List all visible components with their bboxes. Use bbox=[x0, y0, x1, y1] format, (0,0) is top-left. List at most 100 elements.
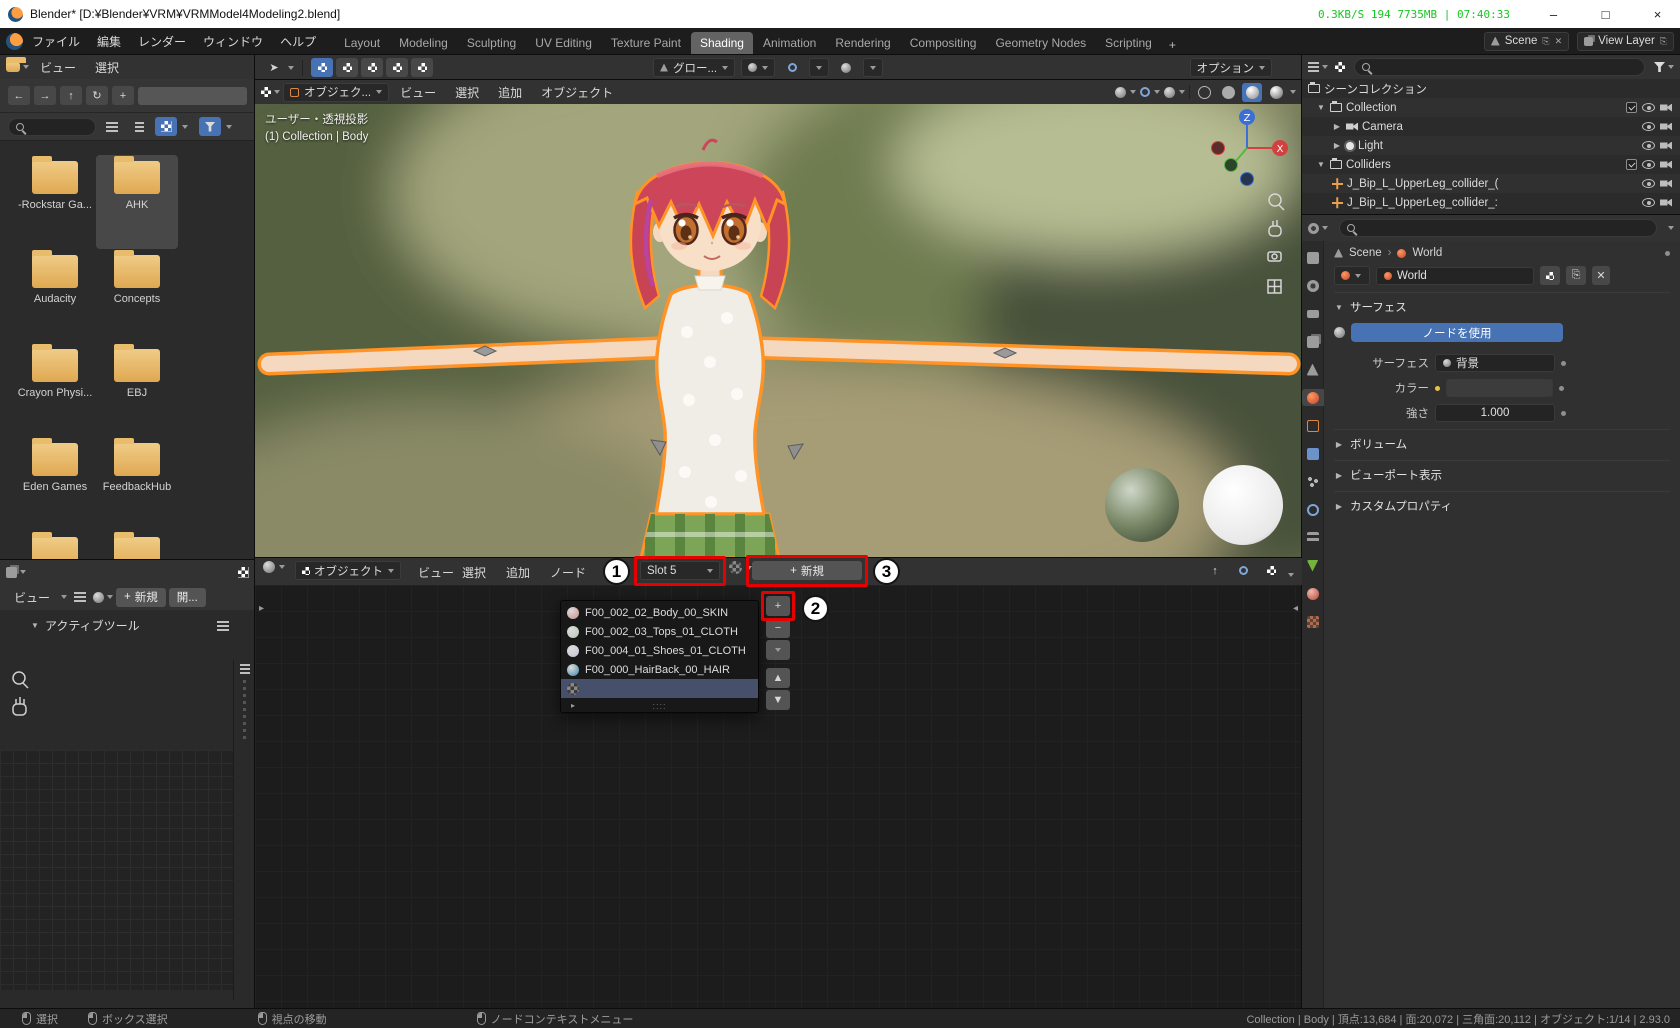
properties-filter-caret-icon[interactable] bbox=[1668, 226, 1674, 230]
material-list-item[interactable]: F00_002_02_Body_00_SKIN bbox=[561, 603, 758, 622]
tab-uv-editing[interactable]: UV Editing bbox=[526, 32, 601, 55]
filter-funnel-icon[interactable] bbox=[1654, 62, 1665, 72]
shading-caret-icon[interactable] bbox=[1290, 90, 1296, 94]
editor-type-image-icon[interactable] bbox=[6, 566, 17, 578]
props-tab-world[interactable] bbox=[1301, 389, 1324, 406]
unlink-world-button[interactable]: ✕ bbox=[1592, 266, 1610, 285]
parent-node-icon[interactable]: ↑ bbox=[1204, 561, 1226, 580]
material-specials-button[interactable] bbox=[766, 640, 790, 660]
visibility-icon[interactable] bbox=[1115, 86, 1126, 98]
active-tool-caret-icon[interactable] bbox=[288, 65, 294, 70]
disclosure-icon[interactable]: ▶ bbox=[1332, 141, 1342, 150]
display-detail-button[interactable] bbox=[128, 117, 150, 136]
strength-field[interactable]: 1.000 bbox=[1435, 404, 1555, 422]
hide-eye-icon[interactable] bbox=[1642, 179, 1655, 188]
editor-type-file-browser-icon[interactable] bbox=[6, 57, 26, 72]
folder-item[interactable]: Eden Games bbox=[14, 437, 96, 531]
sidebar-menu-icon[interactable] bbox=[239, 664, 250, 674]
popup-resize-handle[interactable]: ▸:::: bbox=[561, 699, 758, 712]
editor-type-caret-icon[interactable] bbox=[1322, 226, 1328, 230]
editor-type-outliner-icon[interactable] bbox=[1308, 62, 1319, 72]
editor-type-caret-icon[interactable] bbox=[1322, 65, 1328, 69]
select-invert-button[interactable] bbox=[386, 58, 408, 77]
overlays-caret-icon[interactable] bbox=[1179, 90, 1185, 94]
disclosure-icon[interactable]: ▼ bbox=[1316, 103, 1326, 112]
nav-back-button[interactable]: ← bbox=[8, 86, 30, 105]
material-slot-dropdown[interactable]: Slot 5 bbox=[640, 561, 720, 580]
breadcrumb-world[interactable]: World bbox=[1412, 247, 1442, 259]
filter-caret-icon[interactable] bbox=[226, 124, 232, 129]
editor-type-caret-icon[interactable] bbox=[23, 65, 29, 69]
browse-material-dropdown[interactable] bbox=[729, 561, 752, 574]
add-material-slot-button[interactable]: + bbox=[766, 596, 790, 616]
editor-type-caret-icon[interactable] bbox=[274, 90, 280, 94]
panel-expand-icon[interactable]: ▼ bbox=[30, 621, 40, 630]
image-editor-grid[interactable] bbox=[0, 750, 233, 990]
shading-rendered-button[interactable] bbox=[1266, 83, 1286, 102]
render-visibility-icon[interactable] bbox=[1660, 198, 1672, 207]
folder-item[interactable]: EBJ bbox=[96, 343, 178, 437]
nav-forward-button[interactable]: → bbox=[34, 86, 56, 105]
mode-dropdown[interactable]: オブジェク... bbox=[283, 82, 390, 102]
decorator-dot[interactable] bbox=[1561, 360, 1566, 366]
render-visibility-icon[interactable] bbox=[1660, 103, 1672, 112]
material-list-item[interactable]: F00_000_HairBack_00_HAIR bbox=[561, 660, 758, 679]
shader-node-canvas[interactable]: ▸ ◂ F00_002_02_Body_00_SKIN F00_002_03_T… bbox=[255, 585, 1302, 1008]
props-tab-output[interactable] bbox=[1302, 305, 1324, 322]
visibility-caret-icon[interactable] bbox=[1130, 90, 1136, 94]
blender-app-menu-icon[interactable] bbox=[6, 32, 23, 50]
outliner-search-input[interactable] bbox=[1354, 58, 1645, 76]
render-visibility-icon[interactable] bbox=[1660, 122, 1672, 131]
new-folder-button[interactable]: + bbox=[112, 86, 134, 105]
menu-window[interactable]: ウィンドウ bbox=[195, 30, 271, 53]
disclosure-icon[interactable]: ▶ bbox=[1332, 122, 1342, 131]
move-slot-up-button[interactable]: ▲ bbox=[766, 668, 790, 688]
tab-shading[interactable]: Shading bbox=[690, 31, 753, 55]
sidebar-handle[interactable] bbox=[243, 680, 246, 740]
use-nodes-button[interactable]: ノードを使用 bbox=[1351, 323, 1563, 342]
select-intersect-button[interactable] bbox=[411, 58, 433, 77]
shader-menu-select[interactable]: 選択 bbox=[454, 561, 494, 584]
props-tab-physics[interactable] bbox=[1302, 501, 1324, 518]
pin-icon[interactable] bbox=[1665, 250, 1670, 256]
world-name-field[interactable]: World bbox=[1376, 266, 1534, 285]
display-list-button[interactable] bbox=[101, 117, 123, 136]
panel-expand-icon[interactable]: ▶ bbox=[1334, 471, 1344, 480]
file-browser-menu-select[interactable]: 選択 bbox=[87, 56, 127, 79]
material-list-item[interactable]: F00_004_01_Shoes_01_CLOTH bbox=[561, 641, 758, 660]
props-tab-data[interactable] bbox=[1302, 557, 1324, 574]
props-tab-tool[interactable] bbox=[1302, 249, 1324, 266]
outliner-row-collection[interactable]: ▼ Collection bbox=[1302, 98, 1680, 117]
view-layer-selector[interactable]: View Layer ⎘ bbox=[1577, 31, 1674, 51]
image-new-button[interactable]: + 新規 bbox=[116, 587, 166, 607]
image-editor-canvas[interactable]: ▼ アクティブツール bbox=[0, 610, 255, 1008]
nav-parent-button[interactable]: ↑ bbox=[60, 86, 82, 105]
surface-value-field[interactable]: 背景 bbox=[1435, 354, 1555, 372]
surface-panel-header[interactable]: ▼ サーフェス bbox=[1334, 292, 1670, 315]
outliner-row-colliders[interactable]: ▼ Colliders bbox=[1302, 155, 1680, 174]
sidebar-expand-icon[interactable]: ◂ bbox=[1293, 603, 1298, 614]
editor-type-shader-icon[interactable] bbox=[263, 561, 285, 573]
folder-item[interactable]: FeedbackHub bbox=[96, 437, 178, 531]
editor-gizmo-icons[interactable] bbox=[8, 668, 38, 738]
disclosure-icon[interactable]: ▼ bbox=[1316, 160, 1326, 169]
overlay-caret-icon[interactable] bbox=[1288, 572, 1294, 577]
panel-expand-icon[interactable]: ▶ bbox=[1334, 440, 1344, 449]
add-workspace-button[interactable]: + bbox=[1162, 35, 1183, 55]
hide-eye-icon[interactable] bbox=[1642, 198, 1655, 207]
decorator-dot[interactable] bbox=[1559, 385, 1564, 391]
props-tab-material[interactable] bbox=[1302, 585, 1324, 602]
sidebar-tab-strip[interactable] bbox=[233, 660, 255, 1000]
proportional-edit-button[interactable] bbox=[835, 58, 857, 77]
snap-dropdown[interactable] bbox=[809, 58, 830, 77]
editor-type-3d-icon[interactable] bbox=[261, 87, 271, 97]
menu-help[interactable]: ヘルプ bbox=[272, 30, 324, 53]
tab-compositing[interactable]: Compositing bbox=[901, 32, 986, 55]
folder-item[interactable]: Crayon Physi... bbox=[14, 343, 96, 437]
minimize-button[interactable]: – bbox=[1531, 0, 1576, 28]
folder-item-selected[interactable]: AHK bbox=[96, 155, 178, 249]
hide-eye-icon[interactable] bbox=[1642, 160, 1655, 169]
volume-panel-header[interactable]: ▶ ボリューム bbox=[1334, 429, 1670, 452]
options-dropdown[interactable]: オプション bbox=[1189, 58, 1272, 77]
folder-item[interactable]: Audacity bbox=[14, 249, 96, 343]
